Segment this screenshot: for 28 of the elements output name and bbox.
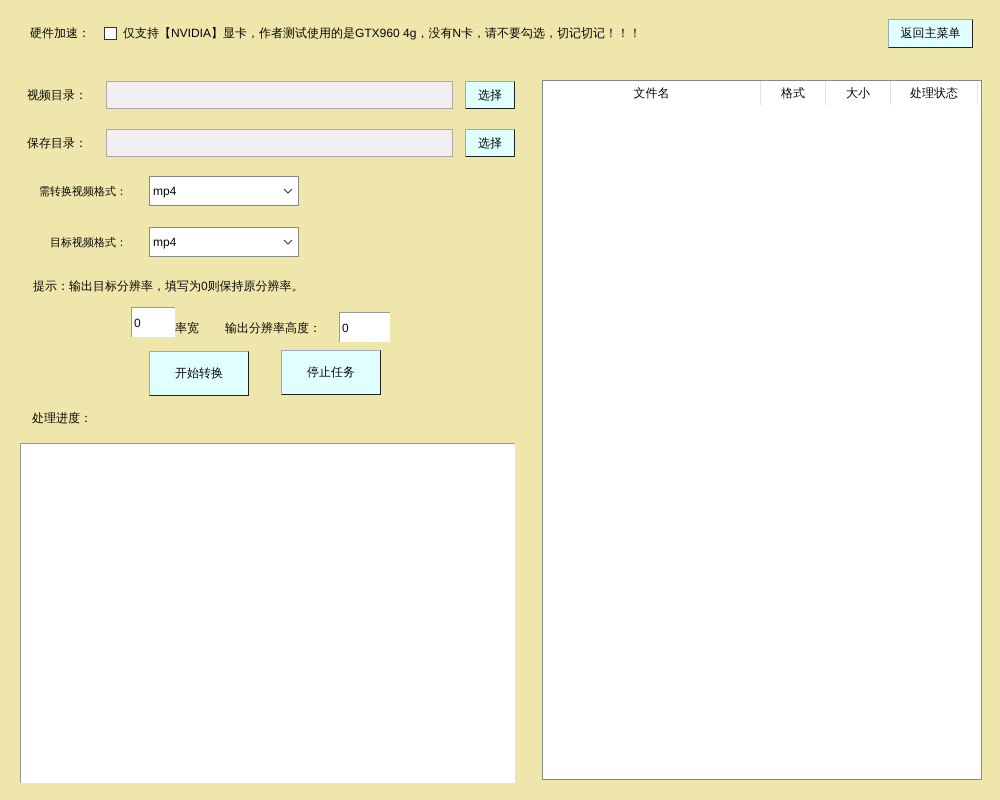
format-label: 目标视频格式：: [49, 236, 127, 250]
chevron-down-icon: [283, 239, 293, 245]
choose-button[interactable]: 选择: [465, 129, 515, 157]
stop-button[interactable]: 停止任务: [281, 350, 381, 395]
column-header[interactable]: 处理状态: [891, 81, 978, 105]
progress-label: 处理进度：: [32, 410, 93, 427]
directory-field[interactable]: [106, 129, 453, 157]
chevron-down-icon: [283, 188, 293, 194]
choose-button[interactable]: 选择: [465, 81, 515, 109]
hint-text: 提示：输出目标分辨率，填写为0则保持原分辨率。: [33, 278, 305, 295]
checkbox[interactable]: [104, 26, 117, 40]
directory-label: 视频目录：: [27, 86, 88, 104]
height-label: 输出分辨率高度：: [225, 320, 322, 336]
directory-label: 保存目录：: [27, 134, 88, 152]
back-to-menu-button[interactable]: 返回主菜单: [888, 18, 973, 48]
format-label: 需转换视频格式：: [38, 184, 127, 198]
width-field[interactable]: 0: [131, 307, 175, 337]
directory-field[interactable]: [106, 81, 453, 109]
column-header[interactable]: 格式: [761, 81, 826, 105]
height-field[interactable]: 0: [339, 312, 390, 342]
hardware-accel-note: 仅支持【NVIDIA】显卡，作者测试使用的是GTX960 4g，没有N卡，请不要勾选，切记切记！！！: [123, 24, 642, 42]
format-dropdown[interactable]: mp4: [149, 176, 299, 206]
start-button[interactable]: 开始转换: [149, 351, 249, 396]
width-label: 率宽: [175, 320, 199, 336]
format-dropdown[interactable]: mp4: [149, 227, 299, 257]
column-header[interactable]: 文件名: [543, 81, 761, 105]
hardware-accel-label: 硬件加速：: [30, 24, 90, 42]
column-header[interactable]: 大小: [826, 81, 891, 105]
